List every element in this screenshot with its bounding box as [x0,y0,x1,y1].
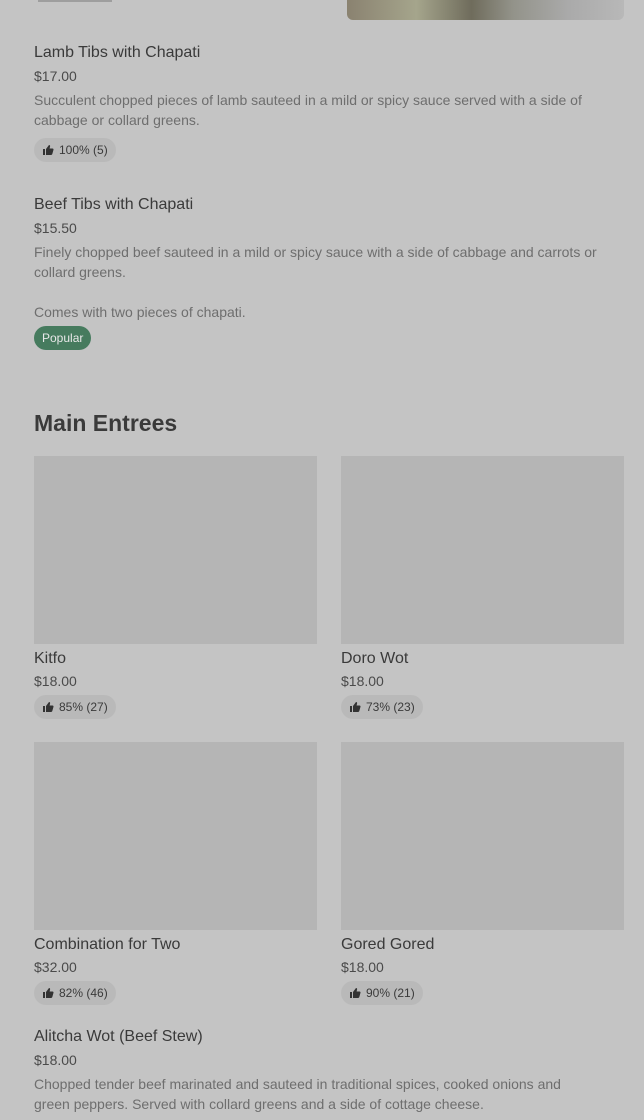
thumbs-up-icon [43,702,54,712]
menu-card-doro-wot[interactable]: Doro Wot $18.00 73% (23) [341,456,624,719]
menu-item-beef-tibs[interactable]: Beef Tibs with Chapati $15.50 Finely cho… [34,195,624,350]
rating-badge: 82% (46) [34,981,116,1005]
card-name: Gored Gored [341,936,435,953]
rating-text: 82% (46) [59,986,108,1000]
card-price: $32.00 [34,959,77,975]
card-image [34,456,317,644]
menu-card-kitfo[interactable]: Kitfo $18.00 85% (27) [34,456,317,719]
card-price: $18.00 [341,959,384,975]
menu-item-lamb-tibs[interactable]: Lamb Tibs with Chapati $17.00 Succulent … [34,43,624,162]
thumbs-up-icon [350,988,361,998]
rating-text: 73% (23) [366,700,415,714]
rating-badge: 85% (27) [34,695,116,719]
item-name: Alitcha Wot (Beef Stew) [34,1028,203,1045]
thumbs-up-icon [350,702,361,712]
menu-item-image[interactable] [347,0,624,20]
rating-badge: 90% (21) [341,981,423,1005]
rating-text: 85% (27) [59,700,108,714]
item-description: Chopped tender beef marinated and sautee… [34,1076,561,1112]
rating-badge: 100% (5) [34,138,116,162]
section-title: Main Entrees [34,410,178,436]
card-price: $18.00 [341,673,384,689]
item-description-extra: Comes with two pieces of chapati. [34,304,246,320]
card-image [341,456,624,644]
menu-card-gored-gored[interactable]: Gored Gored $18.00 90% (21) [341,742,624,1005]
item-name: Lamb Tibs with Chapati [34,44,201,61]
item-price: $18.00 [34,1052,77,1068]
top-tab-indicator [38,0,112,2]
thumbs-up-icon [43,145,54,155]
card-image [34,742,317,930]
thumbs-up-icon [43,988,54,998]
item-price: $17.00 [34,68,77,84]
card-price: $18.00 [34,673,77,689]
card-name: Doro Wot [341,650,409,667]
rating-text: 100% (5) [59,143,108,157]
menu-item-alitcha-wot[interactable]: Alitcha Wot (Beef Stew) $18.00 Chopped t… [34,1027,594,1114]
item-name: Beef Tibs with Chapati [34,196,194,213]
popular-badge: Popular [34,326,92,350]
item-description: Succulent chopped pieces of lamb sauteed… [34,92,582,128]
rating-badge: 73% (23) [341,695,423,719]
rating-text: 90% (21) [366,986,415,1000]
menu-card-combination-for-two[interactable]: Combination for Two $32.00 82% (46) [34,742,317,1005]
card-name: Combination for Two [34,936,181,953]
card-name: Kitfo [34,650,67,667]
item-price: $15.50 [34,220,77,236]
card-image [341,742,624,930]
item-description: Finely chopped beef sauteed in a mild or… [34,244,597,280]
